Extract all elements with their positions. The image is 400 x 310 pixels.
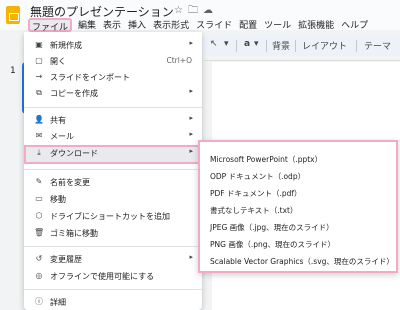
toolbar-divider	[295, 40, 296, 52]
layout-button[interactable]: レイアウト	[302, 39, 347, 52]
menu-item-add-shortcut[interactable]: ⬡ ドライブにショートカットを追加	[24, 208, 202, 224]
toolbar-divider	[236, 40, 237, 52]
menu-format[interactable]: 表示形式	[152, 18, 190, 32]
menu-divider	[24, 107, 202, 108]
toolbar-divider	[356, 40, 357, 52]
menu-item-download[interactable]: ⤓ ダウンロード ▸	[24, 145, 202, 164]
cloud-icon[interactable]: ☁	[203, 5, 218, 16]
menu-arrange[interactable]: 配置	[238, 18, 258, 32]
line-tool-icon[interactable]: ↖	[210, 39, 218, 49]
menu-item-move[interactable]: ▭ 移動	[24, 191, 202, 207]
move-icon: ▭	[35, 194, 43, 203]
app-header: 無題のプレゼンテーション ☆🗀☁ ファイル 編集 表示 挿入 表示形式 スライド…	[0, 0, 400, 33]
chevron-right-icon: ▸	[189, 147, 193, 155]
folder-icon[interactable]: 🗀	[188, 5, 203, 16]
info-icon: ⓘ	[35, 297, 43, 306]
text-style-icon[interactable]: a	[244, 39, 250, 49]
menu-item-rename[interactable]: ✎ 名前を変更	[24, 174, 202, 190]
background-button[interactable]: 背景	[272, 39, 290, 52]
line-dropdown-icon[interactable]: ▾	[224, 39, 229, 49]
menu-item-email[interactable]: ✉ メール ▸	[24, 128, 202, 144]
theme-button[interactable]: テーマ	[364, 39, 391, 52]
history-icon: ↺	[35, 254, 43, 263]
offline-icon: ◎	[35, 271, 43, 280]
download-icon: ⤓	[37, 148, 41, 157]
chevron-right-icon: ▸	[189, 39, 193, 47]
menu-divider	[24, 246, 202, 247]
download-submenu: Microsoft PowerPoint（.pptx） ODP ドキュメント（.…	[198, 140, 398, 273]
menu-tools[interactable]: ツール	[263, 18, 292, 32]
download-option-png[interactable]: PNG 画像（.png、現在のスライド）	[210, 239, 335, 250]
new-icon: ▣	[35, 40, 43, 49]
ruler	[204, 60, 400, 61]
download-option-pdf[interactable]: PDF ドキュメント（.pdf）	[210, 188, 302, 199]
slides-logo-icon[interactable]	[6, 6, 20, 24]
slide-number: 1	[10, 66, 16, 76]
chevron-right-icon: ▸	[189, 87, 193, 95]
open-icon: ▢	[35, 56, 43, 65]
menu-item-trash[interactable]: 🗑 ゴミ箱に移動	[24, 225, 202, 241]
menu-divider	[24, 289, 202, 290]
share-icon: 👤	[34, 115, 44, 124]
toolbar-divider	[266, 40, 267, 52]
menu-item-import-slides[interactable]: → スライドをインポート	[24, 69, 202, 85]
menu-file[interactable]: ファイル	[28, 18, 73, 33]
copy-icon: ⧉	[36, 88, 42, 97]
menu-view[interactable]: 表示	[102, 18, 122, 32]
star-icon[interactable]: ☆	[174, 5, 188, 16]
menu-divider	[24, 169, 202, 170]
chevron-right-icon: ▸	[189, 130, 193, 138]
file-menu: ▣ 新規作成 ▸ ▢ 開く Ctrl+O → スライドをインポート ⧉ コピーを…	[24, 32, 202, 310]
text-style-dropdown-icon[interactable]: ▾	[254, 39, 259, 49]
download-option-pptx[interactable]: Microsoft PowerPoint（.pptx）	[210, 154, 322, 165]
shortcut-label: Ctrl+O	[166, 56, 192, 65]
download-option-odp[interactable]: ODP ドキュメント（.odp）	[210, 171, 305, 182]
chevron-right-icon: ▸	[189, 114, 193, 122]
menu-insert[interactable]: 挿入	[127, 18, 147, 32]
menu-bar: ファイル 編集 表示 挿入 表示形式 スライド 配置 ツール 拡張機能 ヘルプ	[26, 18, 369, 33]
menu-slide[interactable]: スライド	[195, 18, 233, 32]
menu-item-new[interactable]: ▣ 新規作成 ▸	[24, 37, 202, 53]
mail-icon: ✉	[35, 131, 43, 140]
menu-item-offline[interactable]: ◎ オフラインで使用可能にする	[24, 268, 202, 284]
menu-item-version-history[interactable]: ↺ 変更履歴 ▸	[24, 251, 202, 267]
menu-edit[interactable]: 編集	[77, 18, 97, 32]
download-option-jpeg[interactable]: JPEG 画像（.jpg、現在のスライド）	[210, 222, 334, 233]
menu-item-details[interactable]: ⓘ 詳細	[24, 294, 202, 310]
menu-item-share[interactable]: 👤 共有 ▸	[24, 112, 202, 128]
chevron-right-icon: ▸	[189, 253, 193, 261]
trash-icon: 🗑	[34, 228, 45, 237]
menu-item-open[interactable]: ▢ 開く Ctrl+O	[24, 53, 202, 69]
toolbar: ↖ ▾ a ▾ 背景 レイアウト テーマ	[200, 36, 400, 56]
download-option-svg[interactable]: Scalable Vector Graphics（.svg、現在のスライド）	[210, 256, 394, 267]
menu-item-make-copy[interactable]: ⧉ コピーを作成 ▸	[24, 85, 202, 101]
import-icon: →	[35, 72, 43, 81]
menu-extensions[interactable]: 拡張機能	[297, 18, 335, 32]
download-option-txt[interactable]: 書式なしテキスト（.txt）	[210, 205, 297, 216]
menu-help[interactable]: ヘルプ	[340, 18, 369, 32]
shortcut-icon: ⬡	[35, 211, 43, 220]
rename-icon: ✎	[35, 177, 43, 186]
